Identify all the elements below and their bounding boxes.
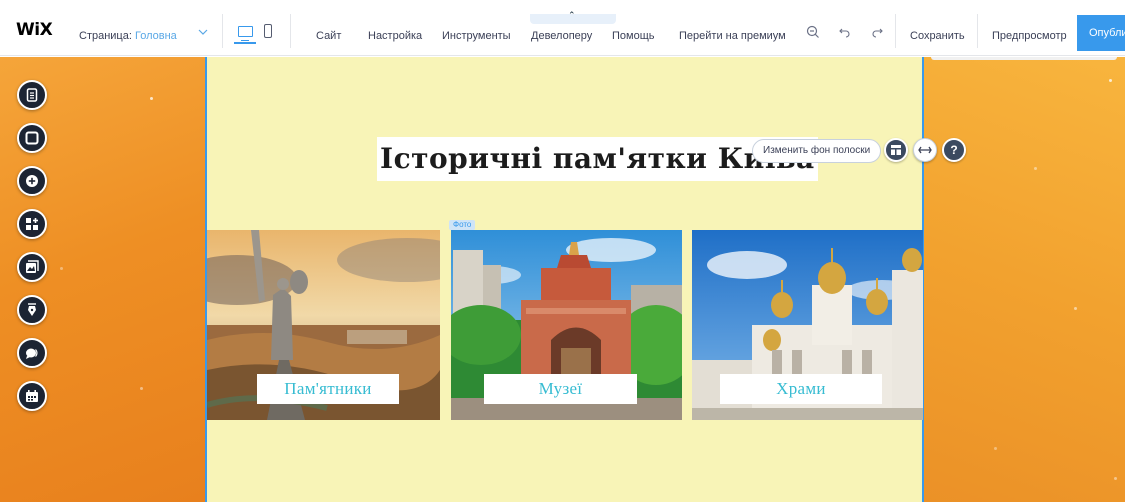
- redo-icon[interactable]: [870, 25, 884, 39]
- menu-premium[interactable]: Перейти на премиум: [679, 30, 786, 42]
- undo-icon[interactable]: [838, 25, 852, 39]
- mobile-view-icon[interactable]: [264, 24, 272, 38]
- zoom-out-icon[interactable]: [806, 25, 820, 39]
- site-background-right: [924, 57, 1125, 502]
- element-type-tag: Фото: [449, 220, 476, 230]
- gallery-label-museums: Музеї: [484, 374, 637, 404]
- stretch-icon: [918, 146, 932, 154]
- layout-button[interactable]: [884, 138, 908, 162]
- active-view-indicator: [234, 42, 256, 44]
- editor-canvas[interactable]: Історичні пам'ятки Київа Изменить фон по…: [0, 57, 1125, 502]
- bookings-button[interactable]: [17, 381, 47, 411]
- chat-icon: [26, 348, 38, 359]
- media-icon: [26, 260, 39, 273]
- page-title: Історичні пам'ятки Київа: [380, 142, 815, 175]
- add-button[interactable]: [17, 166, 47, 196]
- divider: [222, 14, 223, 48]
- divider: [977, 14, 978, 48]
- stretch-button[interactable]: [913, 138, 937, 162]
- layout-icon: [891, 145, 901, 155]
- wix-logo[interactable]: WiX: [16, 20, 53, 40]
- gallery-image-monuments[interactable]: Пам'ятники: [207, 230, 440, 420]
- desktop-view-icon[interactable]: [238, 26, 253, 41]
- strip-title-box[interactable]: Історичні пам'ятки Київа: [377, 137, 818, 181]
- gallery-image-churches[interactable]: Храми: [692, 230, 923, 420]
- collapse-topbar-tab[interactable]: ⌃: [530, 10, 616, 24]
- change-strip-background-button[interactable]: Изменить фон полоски: [752, 139, 882, 163]
- page-selector[interactable]: Страница: Головна: [79, 30, 177, 42]
- pages-icon: [26, 88, 38, 102]
- gallery-label-monuments: Пам'ятники: [257, 374, 399, 404]
- divider: [895, 14, 896, 48]
- background-icon: [25, 131, 39, 145]
- preview-button[interactable]: Предпросмотр: [992, 30, 1067, 42]
- menu-site[interactable]: Сайт: [316, 30, 341, 42]
- chevron-up-icon: ⌃: [568, 10, 576, 20]
- add-icon: [26, 175, 38, 187]
- save-button[interactable]: Сохранить: [910, 30, 965, 42]
- chevron-down-icon[interactable]: [196, 26, 210, 40]
- media-button[interactable]: [17, 252, 47, 282]
- question-icon: ?: [950, 143, 958, 157]
- gallery-image-museums[interactable]: Музеї: [451, 230, 682, 420]
- pages-button[interactable]: [17, 80, 47, 110]
- menu-help[interactable]: Помощь: [612, 30, 655, 42]
- gallery-label-churches: Храми: [720, 374, 882, 404]
- menu-developer[interactable]: Девелоперу: [531, 30, 592, 42]
- divider: [290, 14, 291, 48]
- panel-edge: [931, 57, 1117, 60]
- chat-button[interactable]: [17, 338, 47, 368]
- menu-tools[interactable]: Инструменты: [442, 30, 511, 42]
- add-apps-icon: [26, 218, 38, 230]
- bookings-icon: [26, 390, 38, 402]
- blog-button[interactable]: [17, 295, 47, 325]
- blog-icon: [28, 303, 36, 316]
- help-button[interactable]: ?: [942, 138, 966, 162]
- background-button[interactable]: [17, 123, 47, 153]
- add-apps-button[interactable]: [17, 209, 47, 239]
- editor-top-bar: WiX Страница: Головна ⌃ Сайт Настройка И…: [0, 0, 1125, 56]
- page-selector-value: Головна: [134, 30, 177, 42]
- menu-settings[interactable]: Настройка: [368, 30, 422, 42]
- publish-button[interactable]: Опубликовать: [1077, 15, 1125, 51]
- page-selector-label: Страница:: [79, 30, 132, 42]
